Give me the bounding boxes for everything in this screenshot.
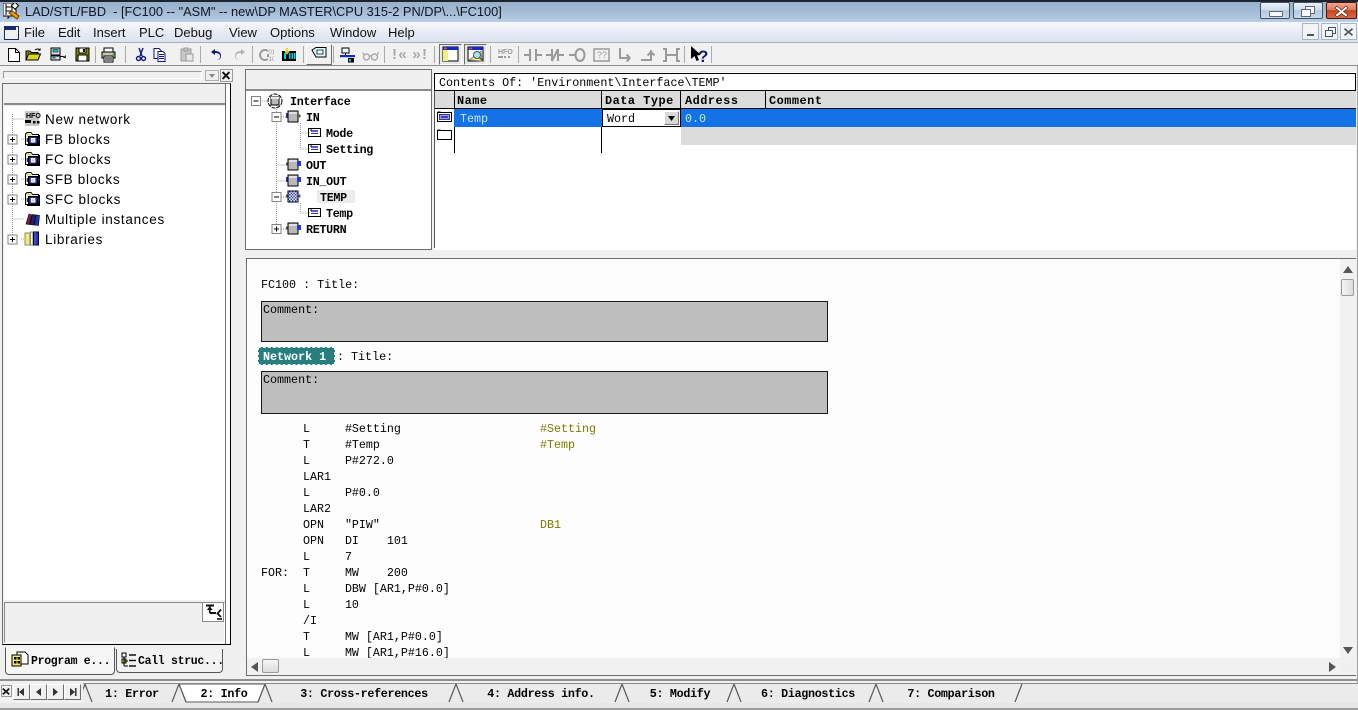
svg-text:01: 01 xyxy=(269,50,275,56)
svg-text:HFO: HFO xyxy=(498,49,513,56)
svg-text:HFO: HFO xyxy=(26,113,41,120)
svg-text:??: ?? xyxy=(597,50,607,60)
svg-text:?: ? xyxy=(698,47,708,65)
svg-text:10: 10 xyxy=(269,57,275,63)
